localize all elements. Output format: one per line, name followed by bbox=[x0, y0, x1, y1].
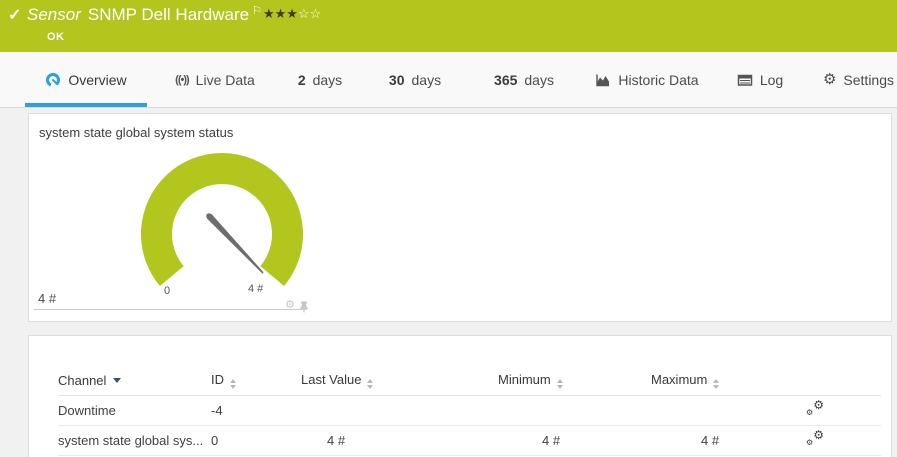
tab-settings[interactable]: ⚙ Settings bbox=[820, 52, 897, 107]
table-header-row: Channel ID Last Value Minimum Maximum bbox=[58, 366, 881, 396]
column-header-channel[interactable]: Channel bbox=[58, 366, 211, 396]
channel-table-panel: Channel ID Last Value Minimum Maximum bbox=[28, 335, 892, 457]
gauge-scale-max: 4 # bbox=[248, 283, 263, 295]
gear-icon: ⚙ bbox=[823, 72, 836, 87]
cell-id: -4 bbox=[211, 396, 301, 426]
object-kind-label: Sensor bbox=[27, 5, 81, 24]
gauge-needle bbox=[207, 214, 264, 274]
page-title: Sensor SNMP Dell Hardware⚐ bbox=[27, 5, 262, 25]
cell-last-value: 4 # bbox=[301, 426, 498, 456]
column-label: Minimum bbox=[498, 372, 551, 387]
cell-channel[interactable]: Downtime bbox=[58, 396, 211, 426]
gauge-scale-min: 0 bbox=[164, 285, 170, 297]
cell-id: 0 bbox=[211, 426, 301, 456]
tab-historic-data[interactable]: Historic Data bbox=[588, 52, 706, 107]
column-header-id[interactable]: ID bbox=[211, 366, 301, 396]
priority-stars-filled: ★★★ bbox=[263, 6, 298, 21]
tab-label: days bbox=[412, 72, 442, 88]
table-row[interactable]: system state global sys... 0 4 # 4 # 4 #… bbox=[58, 426, 881, 456]
gauge-widget-panel: system state global system status 0 4 # … bbox=[28, 113, 892, 322]
sort-icon bbox=[230, 379, 236, 389]
sort-icon bbox=[557, 379, 563, 389]
status-badge: OK bbox=[47, 31, 65, 43]
column-header-minimum[interactable]: Minimum bbox=[498, 366, 651, 396]
column-label: Maximum bbox=[651, 372, 707, 387]
tab-number: 365 bbox=[494, 72, 517, 88]
sort-icon bbox=[713, 379, 719, 389]
flag-icon[interactable]: ⚐ bbox=[252, 5, 262, 17]
channel-table: Channel ID Last Value Minimum Maximum bbox=[58, 366, 881, 456]
cell-minimum: 4 # bbox=[498, 426, 651, 456]
tab-label: Live Data bbox=[196, 72, 255, 88]
tab-overview[interactable]: Overview bbox=[25, 52, 147, 107]
cell-maximum: 4 # bbox=[651, 426, 806, 456]
tab-number: 2 bbox=[298, 72, 306, 88]
cell-channel[interactable]: system state global sys... bbox=[58, 426, 211, 456]
gauge-arc bbox=[157, 169, 288, 277]
priority-stars-empty: ☆☆ bbox=[298, 6, 321, 21]
column-header-last-value[interactable]: Last Value bbox=[301, 366, 498, 396]
log-icon bbox=[737, 72, 753, 88]
table-row[interactable]: Downtime -4 ⚙ ⚙ bbox=[58, 396, 881, 426]
cell-maximum bbox=[651, 396, 806, 426]
gauge-baseline bbox=[34, 309, 307, 310]
tab-label: Log bbox=[760, 72, 783, 88]
column-label: Channel bbox=[58, 373, 106, 388]
status-ok-check-icon: ✓ bbox=[8, 5, 21, 25]
sort-icon bbox=[367, 379, 373, 389]
column-header-maximum[interactable]: Maximum bbox=[651, 366, 806, 396]
column-label: Last Value bbox=[301, 372, 361, 387]
priority-stars[interactable]: ★★★☆☆ bbox=[263, 6, 321, 22]
gear-icon: ⚙ bbox=[806, 409, 813, 417]
tab-label: days bbox=[313, 72, 343, 88]
tab-label: Historic Data bbox=[618, 72, 698, 88]
gauge-current-value: 4 # bbox=[38, 291, 56, 306]
gauge-icon bbox=[45, 72, 61, 88]
column-label: ID bbox=[211, 372, 224, 387]
tab-log[interactable]: Log bbox=[729, 52, 791, 107]
sensor-name: SNMP Dell Hardware bbox=[88, 5, 249, 24]
widget-pin-icon[interactable] bbox=[299, 301, 309, 313]
sensor-status-header: ✓ Sensor SNMP Dell Hardware⚐ ★★★☆☆ OK bbox=[0, 0, 897, 52]
cell-minimum bbox=[498, 396, 651, 426]
gear-icon: ⚙ bbox=[813, 429, 824, 441]
widget-gear-icon[interactable]: ⚙ bbox=[285, 300, 295, 311]
sort-desc-icon bbox=[113, 378, 121, 383]
channel-settings-icon[interactable]: ⚙ ⚙ bbox=[806, 431, 824, 447]
tab-label: Settings bbox=[843, 72, 894, 88]
cell-last-value bbox=[301, 396, 498, 426]
sensor-tab-bar: Overview ((•)) Live Data 2 days 30 days … bbox=[0, 52, 897, 108]
tab-30-days[interactable]: 30 days bbox=[374, 52, 456, 107]
tab-label: Overview bbox=[68, 72, 126, 88]
tab-2-days[interactable]: 2 days bbox=[283, 52, 357, 107]
historic-chart-icon bbox=[595, 72, 611, 88]
channel-settings-icon[interactable]: ⚙ ⚙ bbox=[806, 401, 824, 417]
gauge-needle-pivot bbox=[206, 213, 212, 219]
column-header-actions bbox=[806, 366, 881, 396]
tab-label: days bbox=[524, 72, 554, 88]
gear-icon: ⚙ bbox=[806, 439, 813, 447]
tab-365-days[interactable]: 365 days bbox=[478, 52, 570, 107]
tab-number: 30 bbox=[389, 72, 405, 88]
tab-live-data[interactable]: ((•)) Live Data bbox=[160, 52, 270, 107]
gear-icon: ⚙ bbox=[813, 399, 824, 411]
